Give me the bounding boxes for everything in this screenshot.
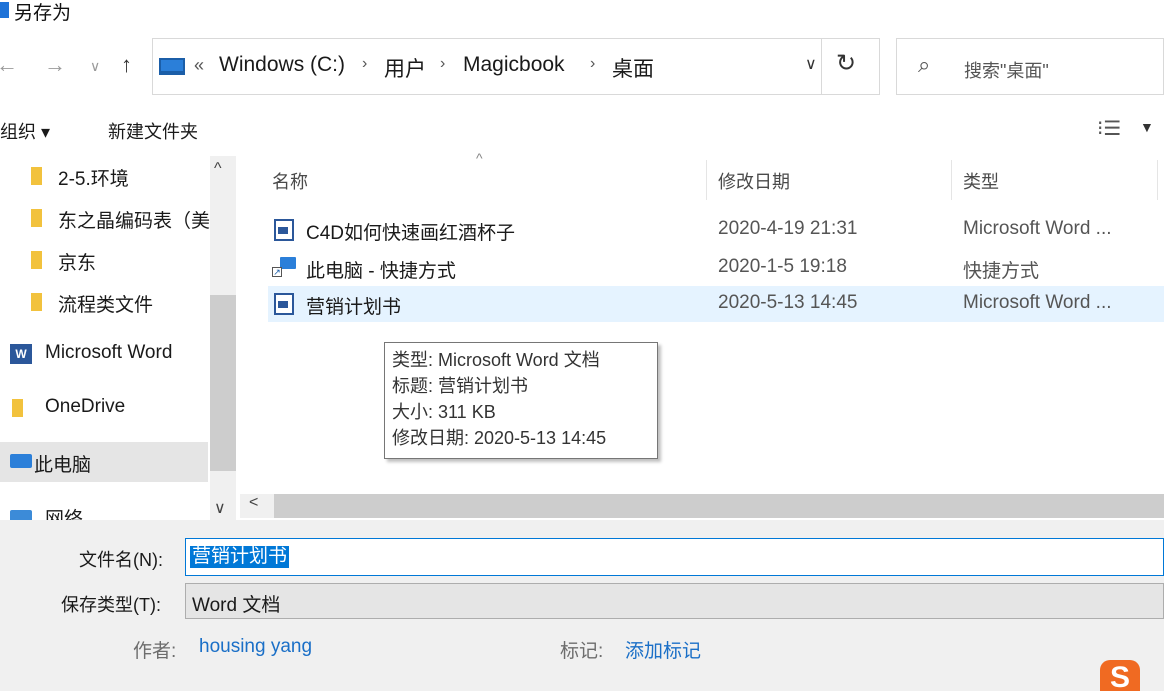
folder-icon [31,251,42,269]
folder-icon [12,399,23,417]
back-arrow-icon[interactable]: ← [0,52,18,78]
nav-item-label: 2-5.环境 [58,169,129,190]
sogou-logo-icon: S [1100,660,1140,691]
up-arrow-icon[interactable]: ↑ [121,52,132,78]
folder-icon [31,167,42,185]
nav-item-folder[interactable]: 东之晶编码表（美 [0,198,211,238]
new-folder-button[interactable]: 新建文件夹 [108,118,198,144]
file-type: Microsoft Word ... [963,218,1112,239]
tags-label: 标记: [560,641,604,662]
shortcut-arrow-icon: ↗ [272,267,282,277]
file-name: C4D如何快速画红酒杯子 [306,223,516,244]
nav-item-label: 此电脑 [34,455,92,476]
breadcrumb-separator[interactable]: › [440,55,445,73]
filename-label: 文件名(N): [79,550,163,570]
folder-icon [31,293,42,311]
refresh-icon[interactable]: ↻ [836,49,856,78]
save-type-value[interactable]: Word 文档 [192,590,280,617]
column-header-type[interactable]: 类型 [963,168,999,194]
breadcrumb-separator[interactable]: › [590,55,595,73]
nav-item-label: 东之晶编码表（美 [58,211,211,232]
input-method-icon[interactable]: S [1100,660,1140,691]
search-input[interactable]: 搜索"桌面" [964,57,1049,83]
file-date: 2020-5-13 14:45 [718,292,858,313]
nav-item-label: OneDrive [45,396,126,417]
nav-item-folder[interactable]: 2-5.环境 [0,156,208,196]
shortcut-icon: ↗ [272,257,296,277]
nav-item-label: 流程类文件 [58,295,154,316]
nav-item-folder[interactable]: 流程类文件 [0,282,208,322]
window-icon [0,2,9,18]
save-type-select[interactable] [185,583,1164,619]
column-divider[interactable] [1157,160,1158,200]
file-date: 2020-4-19 21:31 [718,218,858,239]
nav-item-label: 网络 [45,509,84,520]
tooltip-title: 标题: 营销计划书 [392,376,529,396]
organize-button[interactable]: 组织 ▾ [0,118,50,144]
network-icon [10,510,32,520]
file-type: 快捷方式 [963,261,1040,282]
table-row[interactable]: ↗ 此电脑 - 快捷方式 2020-1-5 19:18 快捷方式 [268,250,1164,286]
tags-value[interactable]: 添加标记 [625,636,701,663]
word-doc-icon [274,293,294,315]
nav-item-network[interactable]: 网络 [0,496,208,520]
navigation-pane: 2-5.环境 东之晶编码表（美 京东 流程类文件 W Microsoft Wor… [0,156,236,520]
tooltip-modified: 修改日期: 2020-5-13 14:45 [392,428,607,448]
word-icon: W [10,344,32,364]
breadcrumb-separator[interactable]: › [362,55,367,73]
tooltip-type: 类型: Microsoft Word 文档 [392,350,600,370]
column-divider[interactable] [951,160,952,200]
nav-item-onedrive[interactable]: OneDrive [0,388,208,428]
file-info-tooltip: 类型: Microsoft Word 文档 标题: 营销计划书 大小: 311 … [384,342,658,459]
address-dropdown-chevron-icon[interactable]: ∨ [805,54,817,74]
table-row[interactable]: 营销计划书 2020-5-13 14:45 Microsoft Word ... [268,286,1164,322]
file-date: 2020-1-5 19:18 [718,256,847,277]
file-type: Microsoft Word ... [963,292,1112,313]
computer-icon [159,58,185,75]
forward-arrow-icon[interactable]: → [44,52,66,78]
address-divider [821,38,822,95]
scroll-down-icon[interactable]: ∨ [214,498,226,518]
horizontal-scrollbar-thumb[interactable] [274,494,1164,518]
breadcrumb-overflow[interactable]: « [194,55,204,76]
search-icon: ⌕ [918,52,931,77]
breadcrumb-drive[interactable]: Windows (C:) [219,53,345,77]
computer-icon [10,454,32,468]
file-name: 营销计划书 [306,297,402,318]
table-row[interactable]: C4D如何快速画红酒杯子 2020-4-19 21:31 Microsoft W… [268,212,1164,248]
title-bar [0,0,1164,28]
breadcrumb-users[interactable]: 用户 [384,53,426,83]
nav-item-word[interactable]: W Microsoft Word [0,334,208,374]
window-title: 另存为 [14,3,72,24]
column-header-date[interactable]: 修改日期 [718,168,790,194]
recent-locations-chevron-icon[interactable]: ∨ [90,58,100,75]
nav-item-label: 京东 [58,253,97,274]
file-name: 此电脑 - 快捷方式 [306,261,456,282]
column-divider[interactable] [706,160,707,200]
view-options-icon[interactable]: ⁝☰ [1097,116,1121,141]
author-value[interactable]: housing yang [199,636,312,658]
save-type-label: 保存类型(T): [61,595,161,615]
folder-icon [31,209,42,227]
scroll-up-icon[interactable]: ^ [214,160,222,178]
computer-icon [280,257,296,269]
nav-item-this-pc[interactable]: 此电脑 [0,442,208,482]
word-doc-icon [274,219,294,241]
nav-item-folder[interactable]: 京东 [0,240,208,280]
filename-input[interactable] [185,538,1164,576]
nav-scrollbar-thumb[interactable] [210,295,236,471]
sort-ascending-icon: ^ [476,150,483,166]
breadcrumb-user[interactable]: Magicbook [463,53,565,77]
author-label: 作者: [133,641,177,662]
column-header-name[interactable]: 名称 [272,168,308,194]
tooltip-size: 大小: 311 KB [392,402,496,422]
column-headers [240,156,1164,206]
filename-value[interactable]: 营销计划书 [190,546,290,568]
view-dropdown-chevron-icon[interactable]: ▼ [1140,119,1154,135]
nav-item-label: Microsoft Word [45,342,173,363]
breadcrumb-desktop[interactable]: 桌面 [612,53,654,83]
scroll-left-icon[interactable]: < [249,494,258,512]
